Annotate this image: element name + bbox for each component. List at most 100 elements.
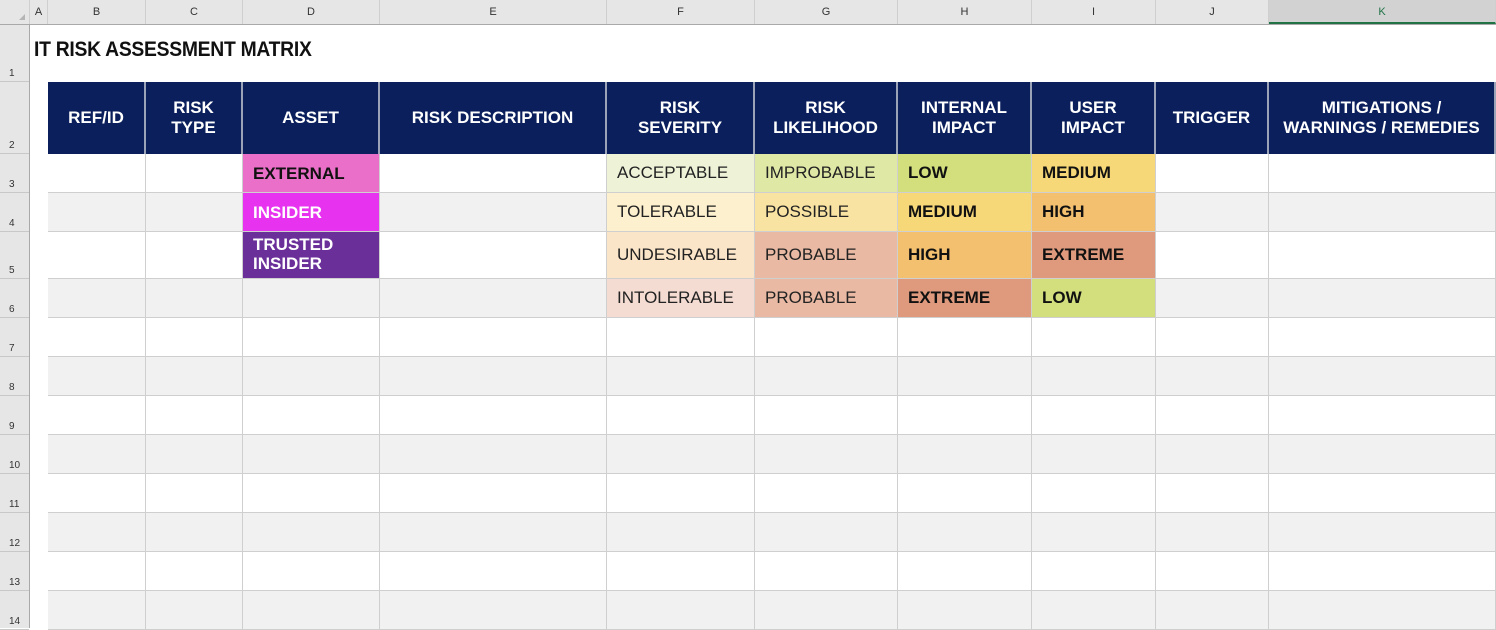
empty-cell[interactable] [146, 357, 243, 396]
column-heading-3[interactable]: RISK DESCRIPTION [380, 82, 607, 154]
empty-cell[interactable] [243, 357, 380, 396]
empty-cell[interactable] [1032, 513, 1156, 552]
empty-cell[interactable] [1156, 193, 1269, 232]
empty-cell[interactable] [380, 193, 607, 232]
empty-cell[interactable] [48, 279, 146, 318]
empty-cell[interactable] [1269, 232, 1496, 279]
asset-options-cell[interactable]: EXTERNAL [243, 154, 380, 193]
user-impact-cell[interactable]: HIGH [1032, 193, 1156, 232]
likelihood-cell[interactable]: PROBABLE [755, 232, 898, 279]
empty-cell[interactable] [1032, 552, 1156, 591]
user-impact-cell[interactable]: LOW [1032, 279, 1156, 318]
empty-cell[interactable] [243, 513, 380, 552]
empty-cell[interactable] [1156, 435, 1269, 474]
empty-cell[interactable] [146, 193, 243, 232]
empty-cell[interactable] [1269, 318, 1496, 357]
empty-cell[interactable] [898, 513, 1032, 552]
empty-cell[interactable] [898, 552, 1032, 591]
empty-cell[interactable] [898, 357, 1032, 396]
empty-cell[interactable] [48, 396, 146, 435]
empty-cell[interactable] [243, 396, 380, 435]
row-header-2[interactable]: 2 [0, 82, 29, 154]
row-header-11[interactable]: 11 [0, 474, 29, 513]
empty-cell[interactable] [146, 396, 243, 435]
empty-cell[interactable] [243, 591, 380, 630]
column-heading-6[interactable]: INTERNAL IMPACT [898, 82, 1032, 154]
empty-cell[interactable] [1156, 552, 1269, 591]
empty-cell[interactable] [1156, 357, 1269, 396]
empty-cell[interactable] [755, 396, 898, 435]
empty-cell[interactable] [146, 552, 243, 591]
empty-cell[interactable] [48, 474, 146, 513]
empty-cell[interactable] [1156, 318, 1269, 357]
asset-options-cell[interactable]: TRUSTED INSIDER [243, 232, 380, 279]
internal-impact-cell[interactable]: LOW [898, 154, 1032, 193]
empty-cell[interactable] [243, 435, 380, 474]
empty-cell[interactable] [755, 591, 898, 630]
empty-cell[interactable] [1269, 513, 1496, 552]
empty-cell[interactable] [1269, 279, 1496, 318]
row-header-14[interactable]: 14 [0, 591, 29, 630]
select-all-corner[interactable] [0, 0, 30, 24]
empty-cell[interactable] [607, 474, 755, 513]
empty-cell[interactable] [898, 474, 1032, 513]
empty-cell[interactable] [243, 474, 380, 513]
empty-cell[interactable] [1032, 357, 1156, 396]
column-header-a[interactable]: A [30, 0, 48, 24]
empty-cell[interactable] [1032, 318, 1156, 357]
internal-impact-cell[interactable]: MEDIUM [898, 193, 1032, 232]
empty-cell[interactable] [146, 232, 243, 279]
empty-cell[interactable] [48, 232, 146, 279]
column-heading-5[interactable]: RISK LIKELIHOOD [755, 82, 898, 154]
empty-cell[interactable] [48, 552, 146, 591]
empty-cell[interactable] [380, 591, 607, 630]
empty-cell[interactable] [607, 318, 755, 357]
user-impact-cell[interactable]: EXTREME [1032, 232, 1156, 279]
empty-cell[interactable] [1269, 435, 1496, 474]
empty-cell[interactable] [755, 357, 898, 396]
empty-cell[interactable] [898, 435, 1032, 474]
empty-cell[interactable] [380, 279, 607, 318]
column-header-j[interactable]: J [1156, 0, 1269, 24]
empty-cell[interactable] [380, 435, 607, 474]
empty-cell[interactable] [48, 318, 146, 357]
empty-cell[interactable] [607, 435, 755, 474]
empty-cell[interactable] [146, 435, 243, 474]
likelihood-cell[interactable]: POSSIBLE [755, 193, 898, 232]
column-heading-1[interactable]: RISK TYPE [146, 82, 243, 154]
severity-cell[interactable]: TOLERABLE [607, 193, 755, 232]
empty-cell[interactable] [1269, 474, 1496, 513]
empty-cell[interactable] [1032, 396, 1156, 435]
empty-cell[interactable] [380, 318, 607, 357]
empty-cell[interactable] [1269, 357, 1496, 396]
column-heading-8[interactable]: TRIGGER [1156, 82, 1269, 154]
severity-cell[interactable]: UNDESIRABLE [607, 232, 755, 279]
likelihood-cell[interactable]: PROBABLE [755, 279, 898, 318]
empty-cell[interactable] [380, 357, 607, 396]
row-header-3[interactable]: 3 [0, 154, 29, 193]
empty-cell[interactable] [243, 552, 380, 591]
empty-cell[interactable] [380, 513, 607, 552]
internal-impact-cell[interactable]: HIGH [898, 232, 1032, 279]
row-header-12[interactable]: 12 [0, 513, 29, 552]
empty-cell[interactable] [898, 396, 1032, 435]
empty-cell[interactable] [380, 396, 607, 435]
column-header-e[interactable]: E [380, 0, 607, 24]
column-header-c[interactable]: C [146, 0, 243, 24]
internal-impact-cell[interactable]: EXTREME [898, 279, 1032, 318]
empty-cell[interactable] [607, 513, 755, 552]
row-header-1[interactable]: 1 [0, 25, 29, 82]
empty-cell[interactable] [380, 154, 607, 193]
empty-cell[interactable] [146, 513, 243, 552]
column-header-k[interactable]: K [1269, 0, 1496, 24]
empty-cell[interactable] [1156, 474, 1269, 513]
severity-cell[interactable]: ACCEPTABLE [607, 154, 755, 193]
empty-cell[interactable] [1032, 435, 1156, 474]
empty-cell[interactable] [48, 193, 146, 232]
row-header-5[interactable]: 5 [0, 232, 29, 279]
empty-cell[interactable] [898, 318, 1032, 357]
column-heading-7[interactable]: USER IMPACT [1032, 82, 1156, 154]
empty-cell[interactable] [146, 279, 243, 318]
empty-cell[interactable] [380, 232, 607, 279]
empty-cell[interactable] [1269, 154, 1496, 193]
